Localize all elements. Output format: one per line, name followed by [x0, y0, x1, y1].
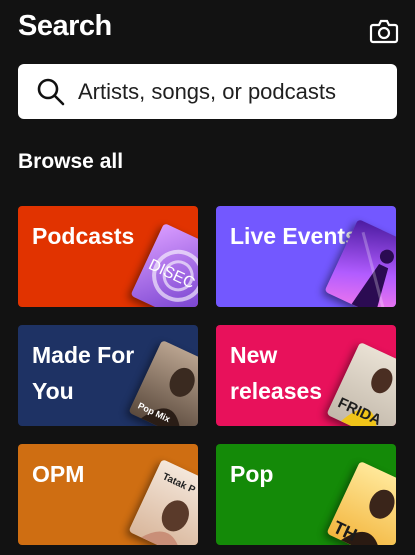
header: Search	[0, 0, 415, 60]
card-label: OPM	[32, 461, 85, 487]
card-label: Podcasts	[32, 223, 135, 249]
search-input[interactable]: Artists, songs, or podcasts	[18, 64, 397, 119]
search-icon	[36, 77, 66, 107]
category-card-made-for-you[interactable]: Made For You Pop Mix	[18, 325, 198, 426]
category-card-opm[interactable]: OPM Tatak P	[18, 444, 198, 545]
category-card-pop[interactable]: Pop TH	[216, 444, 396, 545]
camera-icon[interactable]	[369, 18, 399, 44]
category-card-live-events[interactable]: Live Events	[216, 206, 396, 307]
svg-text:Tatak P: Tatak P	[161, 471, 198, 496]
category-card-new-releases[interactable]: New releases FRIDA	[216, 325, 396, 426]
browse-all-heading: Browse all	[18, 150, 124, 173]
card-label: Live Events	[230, 223, 358, 249]
search-placeholder: Artists, songs, or podcasts	[78, 79, 336, 104]
page-title: Search	[18, 10, 112, 42]
card-label: Pop	[230, 461, 274, 487]
category-card-podcasts[interactable]: Podcasts DISEC	[18, 206, 198, 307]
